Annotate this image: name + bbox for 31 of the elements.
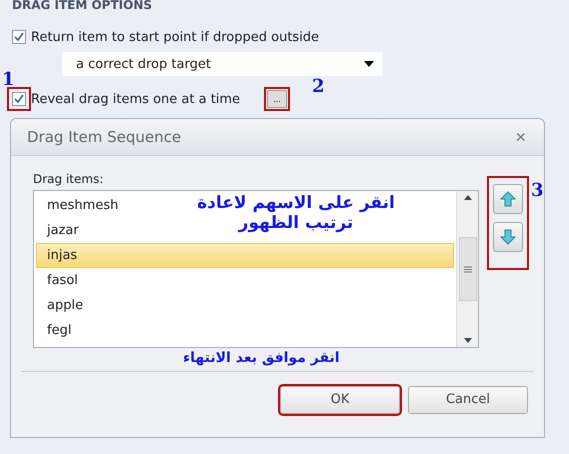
annotation-number: 2 <box>312 78 325 96</box>
list-item[interactable]: apple <box>36 293 88 318</box>
list-item[interactable]: injas <box>36 243 454 268</box>
annotation-number: 3 <box>531 182 544 200</box>
close-button[interactable]: × <box>515 126 526 148</box>
checkbox-label: Reveal drag items one at a time <box>31 92 240 106</box>
checkbox[interactable] <box>12 30 26 44</box>
grip-icon <box>464 266 472 272</box>
list-item[interactable]: meshmesh <box>36 193 124 218</box>
list-item[interactable]: jazar <box>36 218 84 243</box>
annotation-number: 1 <box>2 71 15 89</box>
section-title: DRAG ITEM OPTIONS <box>12 0 154 14</box>
dialog-button[interactable]: Cancel <box>408 386 528 414</box>
scrollbar[interactable] <box>456 191 478 347</box>
annotation-text: انقر على الاسهم لاعادة ترتيب الظهور <box>196 194 396 234</box>
annotation-text: انقر موافق بعد الانتهاء <box>183 350 340 367</box>
dialog-title: Drag Item Sequence <box>27 128 182 146</box>
caret-icon <box>364 61 374 67</box>
list-item[interactable]: fasol <box>36 268 83 293</box>
dropdown[interactable]: a correct drop target <box>62 52 382 76</box>
list-label: Drag items: <box>33 172 104 186</box>
up-arrow-icon <box>499 190 517 208</box>
down-arrow-icon <box>499 228 517 246</box>
checkbox-label: Return item to start point if dropped outside <box>31 30 320 44</box>
list-item[interactable]: fegl <box>36 318 76 343</box>
move-down-button[interactable] <box>493 222 523 252</box>
move-up-button[interactable] <box>493 184 523 214</box>
scroll-down-icon[interactable] <box>464 338 472 343</box>
scroll-up-icon[interactable] <box>464 195 472 200</box>
dialog-button[interactable]: OK <box>280 386 400 414</box>
more-button[interactable]: ... <box>267 90 288 108</box>
